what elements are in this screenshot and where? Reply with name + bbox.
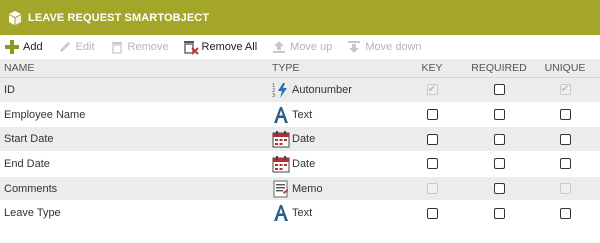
- property-type: Text: [268, 106, 400, 124]
- column-header-name[interactable]: NAME: [0, 62, 268, 74]
- add-button[interactable]: Add: [4, 39, 43, 55]
- checkmark-icon: ✔: [560, 83, 570, 95]
- calendar-icon: [272, 155, 290, 173]
- key-checkbox[interactable]: [426, 158, 438, 170]
- unique-checkbox: [559, 183, 571, 195]
- property-name: Comments: [4, 182, 58, 195]
- smartobject-cube-icon: [8, 10, 22, 26]
- move-down-button[interactable]: Move down: [346, 39, 422, 55]
- table-row[interactable]: Start Date Date: [0, 127, 600, 153]
- required-checkbox[interactable]: [493, 158, 505, 170]
- text-type-icon: [272, 106, 290, 124]
- key-checkbox[interactable]: [426, 133, 438, 145]
- required-checkbox[interactable]: [493, 109, 505, 121]
- remove-label: Remove: [127, 41, 169, 53]
- column-header-key[interactable]: KEY: [400, 62, 464, 74]
- panel-header: LEAVE REQUEST SMARTOBJECT: [0, 0, 600, 35]
- svg-text:3: 3: [272, 93, 275, 99]
- remove-all-label: Remove All: [201, 41, 258, 53]
- trash-icon: [109, 39, 125, 55]
- text-type-icon: [272, 204, 290, 222]
- key-checkbox[interactable]: [426, 207, 438, 219]
- required-checkbox[interactable]: [493, 133, 505, 145]
- arrow-down-icon: [346, 39, 362, 55]
- column-header-unique[interactable]: UNIQUE: [534, 62, 596, 74]
- plus-icon: [4, 39, 20, 55]
- property-type: Text: [268, 204, 400, 222]
- calendar-icon: [272, 130, 290, 148]
- arrow-up-icon: [271, 39, 287, 55]
- type-label: Autonumber: [292, 83, 352, 96]
- autonumber-icon: 123: [272, 81, 290, 99]
- property-name: Employee Name: [4, 108, 86, 121]
- property-type: Date: [268, 130, 400, 148]
- required-checkbox[interactable]: [493, 84, 505, 96]
- edit-button[interactable]: Edit: [57, 39, 95, 55]
- table-row[interactable]: Comments Memo: [0, 176, 600, 202]
- properties-grid: NAME TYPE KEY REQUIRED UNIQUE ID 1 2 3 Auton…: [0, 59, 600, 227]
- type-label: Date: [292, 157, 316, 170]
- required-checkbox[interactable]: [493, 183, 505, 195]
- type-label: Memo: [292, 182, 323, 195]
- table-row[interactable]: ID 1 2 3 Autonumber ✔ ✔: [0, 78, 600, 103]
- key-checkbox: [426, 183, 438, 195]
- unique-checkbox[interactable]: [559, 207, 571, 219]
- remove-button[interactable]: Remove: [109, 39, 169, 55]
- pencil-icon: [57, 39, 73, 55]
- property-name: End Date: [4, 157, 50, 170]
- key-checkbox: ✔: [426, 83, 438, 96]
- edit-label: Edit: [75, 41, 95, 53]
- trash-x-icon: [183, 39, 199, 55]
- key-checkbox[interactable]: [426, 109, 438, 121]
- unique-checkbox[interactable]: [559, 109, 571, 121]
- property-name: ID: [4, 83, 15, 96]
- checkmark-icon: ✔: [427, 83, 437, 95]
- type-label: Text: [292, 207, 313, 220]
- move-up-label: Move up: [290, 41, 333, 53]
- unique-checkbox: ✔: [559, 83, 571, 96]
- grid-header: NAME TYPE KEY REQUIRED UNIQUE: [0, 59, 600, 78]
- column-header-type[interactable]: TYPE: [268, 62, 400, 74]
- toolbar: Add Edit Remove Remove All Move up Move …: [0, 36, 600, 58]
- property-type: 1 2 3 Autonumber: [268, 81, 400, 99]
- move-up-button[interactable]: Move up: [271, 39, 332, 55]
- property-type: Date: [268, 155, 400, 173]
- property-type: Memo: [268, 180, 400, 198]
- unique-checkbox[interactable]: [559, 158, 571, 170]
- table-row[interactable]: End Date Date: [0, 152, 600, 177]
- unique-checkbox[interactable]: [559, 133, 571, 145]
- required-checkbox[interactable]: [493, 207, 505, 219]
- memo-icon: [272, 180, 290, 198]
- type-label: Date: [292, 133, 316, 146]
- table-row[interactable]: Leave Type Text: [0, 201, 600, 227]
- remove-all-button[interactable]: Remove All: [183, 39, 258, 55]
- grid-body: ID 1 2 3 Autonumber ✔ ✔ Employee Name Text Start …: [0, 78, 600, 227]
- table-row[interactable]: Employee Name Text: [0, 103, 600, 128]
- property-name: Leave Type: [4, 207, 61, 220]
- panel-title: LEAVE REQUEST SMARTOBJECT: [28, 11, 210, 24]
- add-label: Add: [23, 41, 43, 53]
- type-label: Text: [292, 108, 313, 121]
- move-down-label: Move down: [365, 41, 422, 53]
- column-header-required[interactable]: REQUIRED: [464, 62, 534, 74]
- property-name: Start Date: [4, 133, 54, 146]
